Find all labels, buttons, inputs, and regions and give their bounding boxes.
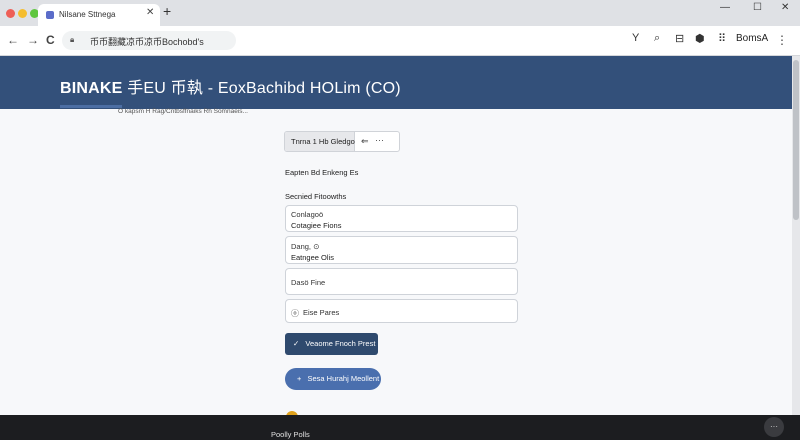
form-field-4[interactable]: ⓞ Eise Pares bbox=[285, 299, 518, 323]
browser-tab[interactable]: Nilsane Sttnega ✕ bbox=[38, 4, 160, 26]
field-3-text: Dasö Fine bbox=[291, 278, 326, 287]
check-icon: ✓ bbox=[293, 339, 300, 348]
maximize-window-icon[interactable]: ☐ bbox=[753, 2, 762, 13]
field-4-text: Eise Pares bbox=[303, 308, 340, 317]
segment-selected[interactable]: Tnrna 1 Hb Gledgo bbox=[285, 132, 355, 151]
extension-icon[interactable]: ⬢ bbox=[695, 32, 705, 45]
field-1-line2: Cotagiee Fions bbox=[291, 221, 342, 230]
footer-bar: Poolly Polls ··· bbox=[0, 415, 800, 440]
secondary-action-label: Sesa Hurahj Meollent bbox=[307, 374, 380, 383]
minimize-window-icon[interactable]: — bbox=[720, 2, 730, 13]
more-options-icon[interactable]: ··· bbox=[375, 135, 384, 145]
url-text: 币币翻藏凉币凉币Bochobd's bbox=[90, 37, 204, 47]
profile-label[interactable]: BomsA bbox=[736, 33, 768, 44]
app-header: BINAKE 手EU 币執 - EoxBachibd HOLim (CO) bbox=[0, 56, 800, 109]
breadcrumb[interactable]: O kapsm H Rag/Cntbsffnaiks Rh Somnaeis..… bbox=[118, 108, 248, 115]
info-circle-icon: ⓞ bbox=[291, 309, 299, 318]
more-options-icon[interactable]: ··· bbox=[764, 417, 784, 437]
search-icon[interactable]: ⌕ bbox=[654, 32, 660, 45]
primary-action-label: Veaome Fnoch Prest bbox=[305, 339, 376, 348]
scrollbar[interactable] bbox=[792, 56, 800, 416]
tab-title: Nilsane Sttnega bbox=[59, 10, 116, 19]
field-1-line1: Conlagoö bbox=[291, 210, 324, 219]
page-title: BINAKE 手EU 币執 - EoxBachibd HOLim (CO) bbox=[60, 74, 401, 98]
scrollbar-thumb[interactable] bbox=[793, 60, 799, 220]
page-title-brand: BINAKE bbox=[60, 80, 123, 97]
form-field-1[interactable]: Conlagoö Cotagiee Fions bbox=[285, 205, 518, 232]
window-minimize-dot[interactable] bbox=[18, 9, 27, 18]
apps-grid-icon[interactable]: ⠿ bbox=[718, 32, 726, 45]
window-close-dot[interactable] bbox=[6, 9, 15, 18]
section-label: Secnied Fitoowths bbox=[285, 192, 347, 201]
lock-icon: 🔒︎ bbox=[70, 35, 75, 44]
form-field-2[interactable]: Dang, ⊙ Eatngee Olis bbox=[285, 236, 518, 264]
tab-favicon-icon bbox=[46, 11, 54, 19]
bookmark-icon[interactable]: ⊟ bbox=[675, 32, 684, 45]
address-bar[interactable]: 🔒︎ 币币翻藏凉币凉币Bochobd's bbox=[62, 31, 236, 50]
tab-close-icon[interactable]: ✕ bbox=[146, 7, 154, 18]
close-window-icon[interactable]: ✕ bbox=[781, 2, 789, 13]
footer-text: Poolly Polls bbox=[271, 430, 310, 439]
secondary-action-button[interactable]: + Sesa Hurahj Meollent bbox=[285, 368, 381, 390]
plus-icon: + bbox=[297, 374, 302, 383]
primary-action-button[interactable]: ✓ Veaome Fnoch Prest bbox=[285, 333, 378, 355]
form-field-3[interactable]: Dasö Fine bbox=[285, 268, 518, 295]
field-2-line2: Eatngee Olis bbox=[291, 253, 334, 262]
browser-menu-icon[interactable]: ⋮ bbox=[776, 33, 788, 47]
back-arrow-icon[interactable]: ← bbox=[7, 33, 19, 47]
primary-label: Eapten Bd Enkeng Es bbox=[285, 168, 359, 177]
back-arrow-icon[interactable]: ⇐ bbox=[361, 136, 369, 147]
filter-icon[interactable]: Y bbox=[632, 32, 639, 44]
browser-tab-bar: Nilsane Sttnega ✕ + — ☐ ✕ bbox=[0, 0, 800, 26]
segmented-control[interactable]: Tnrna 1 Hb Gledgo ⇐ ··· bbox=[284, 131, 400, 152]
reload-icon[interactable]: C bbox=[46, 33, 55, 47]
new-tab-button[interactable]: + bbox=[163, 3, 171, 19]
forward-arrow-icon[interactable]: → bbox=[27, 33, 39, 47]
page-title-rest: 手EU 币執 - EoxBachibd HOLim (CO) bbox=[122, 80, 401, 97]
browser-toolbar: ← → C 🔒︎ 币币翻藏凉币凉币Bochobd's Y ⌕ ⊟ ⬢ ⠿ Bom… bbox=[0, 26, 800, 56]
active-tab-indicator bbox=[60, 105, 122, 108]
field-2-line1: Dang, ⊙ bbox=[291, 242, 320, 251]
